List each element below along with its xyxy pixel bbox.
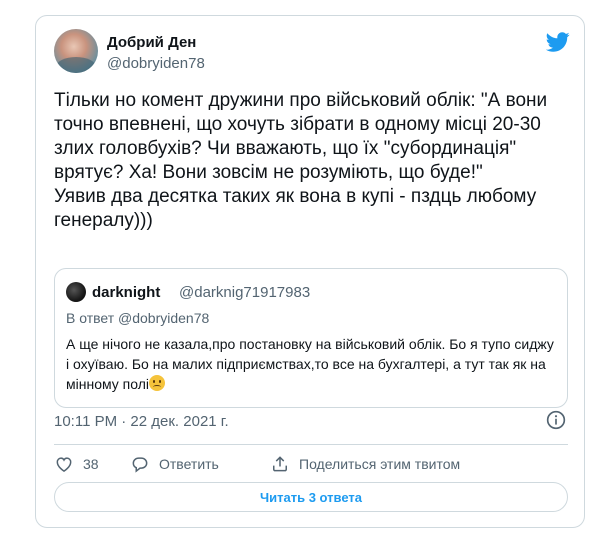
twitter-bird-icon[interactable] <box>546 30 570 54</box>
tweet-card: Добрий Ден @dobryiden78 Тільки но комент… <box>35 15 585 528</box>
quoted-tweet[interactable]: darknight @darknig71917983 В ответ @dobr… <box>54 268 568 408</box>
speech-bubble-icon <box>132 457 148 473</box>
share-button[interactable]: Поделиться этим твитом <box>270 453 460 475</box>
like-button[interactable]: 38 <box>54 453 99 475</box>
quoted-author-username: @darknig71917983 <box>179 284 311 301</box>
heart-icon <box>56 457 72 472</box>
info-icon[interactable] <box>546 410 566 430</box>
quoted-author-avatar[interactable] <box>66 282 86 302</box>
author-username[interactable]: @dobryiden78 <box>107 55 205 72</box>
author-display-name[interactable]: Добрий Ден <box>107 34 196 51</box>
quoted-tweet-body: А ще нічого не казала,про постановку на … <box>66 334 556 394</box>
quoted-reply-context: В ответ @dobryiden78 <box>66 310 210 326</box>
quoted-author-display-name: darknight <box>92 284 161 301</box>
reply-button[interactable]: Ответить <box>130 453 219 475</box>
share-label: Поделиться этим твитом <box>299 456 461 472</box>
sad-face-emoji-icon <box>149 375 165 391</box>
author-avatar[interactable] <box>54 29 98 73</box>
quoted-tweet-text: А ще нічого не казала,про постановку на … <box>66 336 554 392</box>
divider <box>54 444 568 445</box>
upload-icon <box>273 456 287 472</box>
like-count: 38 <box>83 456 99 472</box>
tweet-text: Тільки но комент дружини про військовий … <box>54 90 548 231</box>
read-replies-button[interactable]: Читать 3 ответа <box>54 482 568 512</box>
reply-label: Ответить <box>159 456 219 472</box>
tweet-timestamp[interactable]: 10:11 PM · 22 дек. 2021 г. <box>54 413 229 430</box>
